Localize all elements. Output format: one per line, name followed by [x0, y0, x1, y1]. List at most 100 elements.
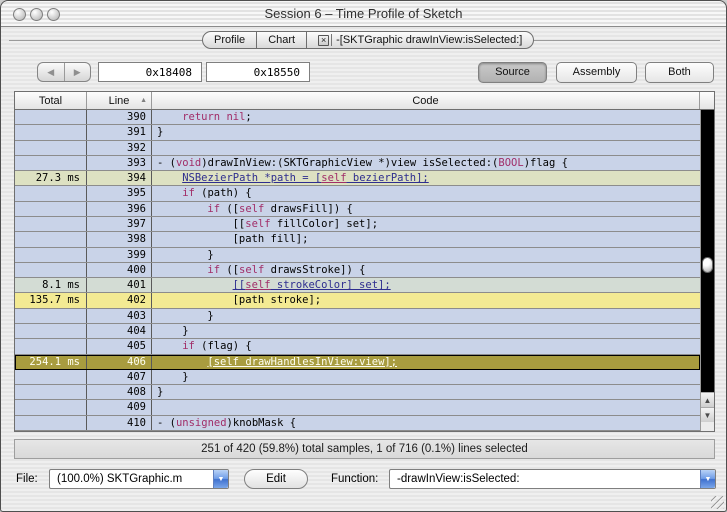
cell-line-number: 410 [87, 415, 152, 430]
table-row-line-393[interactable]: 393 - (void)drawInView:(SKTGraphicView *)… [15, 155, 700, 172]
cell-total [15, 186, 87, 201]
cell-total [15, 247, 87, 262]
column-header-total[interactable]: Total [15, 92, 87, 109]
cell-line-number: 406 [87, 354, 152, 369]
table-row-line-395[interactable]: 395 if (path) { [15, 186, 700, 202]
cell-total [15, 308, 87, 323]
cell-line-number: 394 [87, 171, 152, 186]
tab-divider [331, 34, 333, 46]
table-row-line-403[interactable]: 403} [15, 308, 700, 324]
table-row-line-401[interactable]: 8.1 ms 401 [[self strokeColor] set]; [15, 278, 700, 294]
file-label: File: [16, 473, 38, 485]
tab-code-browser[interactable]: × -[SKTGraphic drawInView:isSelected:] [307, 32, 533, 48]
cell-line-number: 401 [87, 278, 152, 293]
table-row-line-391[interactable]: 391} [15, 125, 700, 141]
cell-total [15, 125, 87, 140]
table-rows: 390 return nil; 391} 392 393- (void)drawInVi… [15, 110, 700, 431]
table-row-line-409[interactable]: 409 [15, 400, 700, 416]
tab-profile[interactable]: Profile [203, 32, 258, 48]
file-popup[interactable]: (100.0%) SKTGraphic.m ▼ [49, 469, 229, 489]
app-window: Session 6 – Time Profile of Sketch Profi… [0, 0, 727, 512]
cell-line-number: 390 [87, 110, 152, 125]
cell-code: } [207, 248, 214, 261]
cell-line-number: 407 [87, 369, 152, 385]
history-nav-control: ◀ ▶ [37, 62, 91, 82]
forward-arrow-icon[interactable]: ▶ [65, 63, 91, 81]
table-row-line-410[interactable]: 410 - (unsigned)knobMask { [15, 415, 700, 431]
table-row-line-394[interactable]: 27.3 ms 394 NSBezierPath *path = [self bez… [15, 171, 700, 187]
cell-code: NSBezierPath *path = [self bezierPath]; [182, 172, 429, 185]
cell-line-number: 392 [87, 140, 152, 155]
cell-line-number: 399 [87, 247, 152, 262]
cell-code: } [157, 386, 164, 399]
cell-code [152, 141, 700, 155]
cell-total [15, 262, 87, 278]
function-label: Function: [331, 473, 379, 485]
tab-profile-label: Profile [214, 34, 246, 46]
column-header-code[interactable]: Code [152, 92, 700, 109]
both-button[interactable]: Both [645, 62, 714, 83]
tab-chart[interactable]: Chart [257, 32, 308, 48]
back-arrow-icon[interactable]: ◀ [38, 63, 65, 81]
cell-code: - (unsigned)knobMask { [157, 416, 297, 429]
cell-total [15, 339, 87, 354]
column-header-line-label: Line [108, 94, 130, 107]
tab-chart-label: Chart [268, 34, 296, 46]
table-row-line-399[interactable]: 399} [15, 247, 700, 263]
cell-code: if (flag) { [182, 340, 252, 353]
cell-code: } [182, 324, 189, 337]
status-bar: 251 of 420 (59.8%) total samples, 1 of 7… [14, 439, 715, 459]
table-row-line-408[interactable]: 408} [15, 385, 700, 401]
cell-line-number: 396 [87, 201, 152, 216]
function-popup-value: -drawInView:isSelected: [397, 473, 520, 485]
cell-line-number: 405 [87, 339, 152, 354]
tab-bar: Profile Chart × -[SKTGraphic drawInView:… [202, 31, 535, 49]
cell-line-number: 402 [87, 293, 152, 308]
table-row-line-402[interactable]: 135.7 ms 402 [path stroke]; [15, 293, 700, 309]
address-start-field[interactable] [98, 62, 202, 82]
scrollbar-track[interactable] [701, 110, 714, 392]
table-header: Total Line ▲ Code [15, 92, 714, 110]
table-row-line-396[interactable]: 396 if ([self drawsFill]) { [15, 201, 700, 217]
cell-line-number: 409 [87, 400, 152, 415]
address-end-field[interactable] [206, 62, 310, 82]
table-row-line-404[interactable]: 404} [15, 323, 700, 340]
scroll-up-icon[interactable]: ▲ [701, 392, 714, 407]
table-row-line-392[interactable]: 392 [15, 140, 700, 156]
scrollbar-thumb[interactable] [702, 256, 713, 273]
cell-code: } [157, 126, 164, 139]
cell-code: } [207, 309, 214, 322]
vertical-scrollbar[interactable]: ▲ ▼ [700, 110, 714, 431]
function-popup[interactable]: -drawInView:isSelected: ▼ [389, 469, 716, 489]
cell-line-number: 395 [87, 186, 152, 201]
cell-line-number: 391 [87, 125, 152, 140]
table-row-line-398[interactable]: 398 [path fill]; [15, 232, 700, 248]
cell-code [152, 400, 700, 414]
file-popup-arrow-icon: ▼ [213, 470, 228, 488]
cell-code: [path stroke]; [232, 294, 322, 307]
tab-code-browser-label: -[SKTGraphic drawInView:isSelected:] [336, 34, 523, 46]
cell-code: } [182, 370, 189, 383]
table-row-line-407[interactable]: 407} [15, 369, 700, 386]
cell-line-number: 403 [87, 308, 152, 323]
scroll-down-icon[interactable]: ▼ [701, 407, 714, 422]
table-row-line-406[interactable]: 254.1 ms 406 [self drawHandlesInView:view]… [15, 354, 700, 370]
column-header-line[interactable]: Line ▲ [87, 92, 152, 109]
cell-total [15, 400, 87, 415]
table-row-line-405[interactable]: 405 if (flag) { [15, 339, 700, 355]
scrollbar-pad [701, 422, 714, 431]
resize-grip[interactable] [711, 496, 724, 509]
tab-close-icon[interactable]: × [318, 34, 330, 46]
table-row-line-397[interactable]: 397 [[self fillColor] set]; [15, 216, 700, 233]
profile-source-table: Total Line ▲ Code 390 return nil; 391} 392 3… [14, 91, 715, 432]
cell-total [15, 369, 87, 385]
cell-line-number: 398 [87, 232, 152, 247]
source-button[interactable]: Source [478, 62, 547, 83]
edit-button[interactable]: Edit [244, 469, 308, 489]
assembly-button[interactable]: Assembly [556, 62, 637, 83]
cell-total [15, 232, 87, 247]
cell-total [15, 201, 87, 216]
table-row-line-400[interactable]: 400 if ([self drawsStroke]) { [15, 262, 700, 279]
table-row-line-390[interactable]: 390 return nil; [15, 110, 700, 126]
function-popup-arrow-icon: ▼ [700, 470, 715, 488]
